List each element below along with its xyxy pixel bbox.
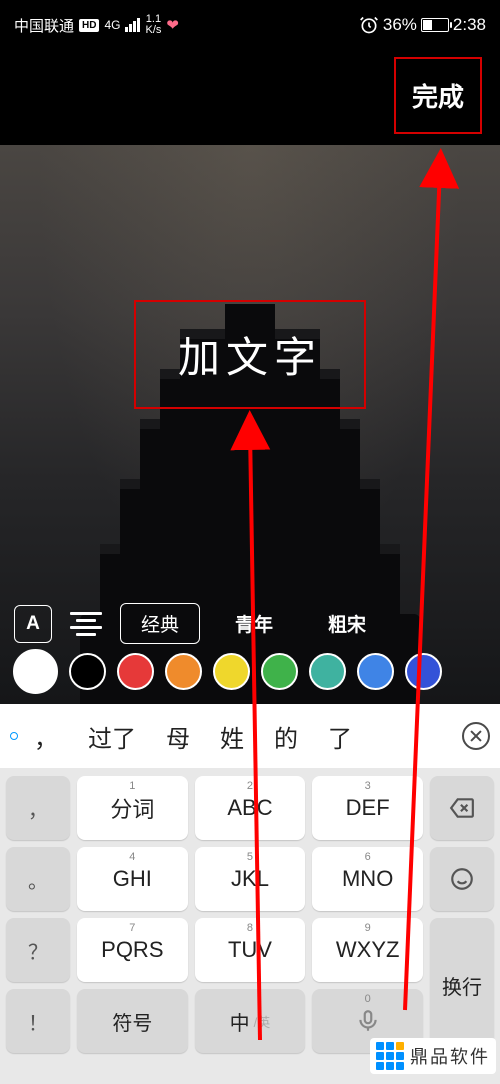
status-bar: 中国联通 HD 4G 1.1K/s ❤ 36% 2:38: [0, 0, 500, 50]
close-candidates-icon[interactable]: [462, 722, 490, 750]
candidate-4[interactable]: 的: [274, 719, 298, 754]
key-period[interactable]: 。: [6, 847, 70, 911]
color-palette: [0, 649, 500, 694]
carrier-label: 中国联通: [14, 15, 74, 36]
key-3[interactable]: 3DEF: [312, 776, 423, 840]
candidate-0[interactable]: ，: [34, 719, 58, 754]
key-exclaim[interactable]: ！: [6, 989, 70, 1053]
candidate-5[interactable]: 了: [328, 719, 352, 754]
key-8[interactable]: 8TUV: [195, 918, 306, 982]
lang-key[interactable]: 中/英: [195, 989, 306, 1053]
candidate-2[interactable]: 母: [166, 719, 190, 754]
hd-badge: HD: [79, 19, 99, 32]
watermark-text: 鼎品软件: [410, 1043, 490, 1069]
key-7[interactable]: 7PQRS: [77, 918, 188, 982]
font-option-song[interactable]: 粗宋: [308, 604, 386, 643]
color-white[interactable]: [13, 649, 58, 694]
key-4[interactable]: 4GHI: [77, 847, 188, 911]
color-blue[interactable]: [357, 653, 394, 690]
alarm-icon: [359, 15, 379, 35]
color-yellow[interactable]: [213, 653, 250, 690]
candidate-indicator[interactable]: [10, 732, 18, 740]
battery-pct: 36%: [383, 15, 417, 35]
color-indigo[interactable]: [405, 653, 442, 690]
backspace-key[interactable]: [430, 776, 494, 840]
emoji-key[interactable]: [430, 847, 494, 911]
key-6[interactable]: 6MNO: [312, 847, 423, 911]
candidate-3[interactable]: 姓: [220, 719, 244, 754]
candidate-row: ， 过了 母 姓 的 了: [0, 704, 500, 768]
key-5[interactable]: 5JKL: [195, 847, 306, 911]
color-red[interactable]: [117, 653, 154, 690]
key-comma[interactable]: ，: [6, 776, 70, 840]
speed-label: 1.1K/s: [145, 14, 161, 36]
signal-icon: [125, 18, 140, 32]
font-option-youth[interactable]: 青年: [215, 604, 293, 643]
color-green[interactable]: [261, 653, 298, 690]
key-1[interactable]: 1分词: [77, 776, 188, 840]
keyboard: ， 过了 母 姓 的 了 ， 1分词 2ABC 3DEF 。 4GHI 5JKL…: [0, 704, 500, 1084]
font-option-classic[interactable]: 经典: [120, 603, 200, 644]
photo-canvas[interactable]: 加文字 A 经典 青年 粗宋: [0, 145, 500, 704]
heart-icon: ❤: [166, 16, 179, 34]
key-2[interactable]: 2ABC: [195, 776, 306, 840]
key-question[interactable]: ？: [6, 918, 70, 982]
watermark: 鼎品软件: [370, 1038, 496, 1074]
battery-icon: [421, 18, 449, 32]
enter-key[interactable]: 换行: [430, 918, 494, 1053]
watermark-icon: [376, 1042, 404, 1070]
color-black[interactable]: [69, 653, 106, 690]
symbol-key[interactable]: 符号: [77, 989, 188, 1053]
color-orange[interactable]: [165, 653, 202, 690]
color-teal[interactable]: [309, 653, 346, 690]
done-button[interactable]: 完成: [394, 57, 482, 134]
align-button[interactable]: [67, 612, 105, 636]
key-9[interactable]: 9WXYZ: [312, 918, 423, 982]
clock-label: 2:38: [453, 15, 486, 35]
style-toolbar: A 经典 青年 粗宋: [0, 603, 500, 644]
candidate-1[interactable]: 过了: [88, 719, 136, 754]
text-input-overlay[interactable]: 加文字: [134, 300, 366, 409]
network-label: 4G: [104, 18, 120, 32]
text-style-button[interactable]: A: [14, 605, 52, 643]
